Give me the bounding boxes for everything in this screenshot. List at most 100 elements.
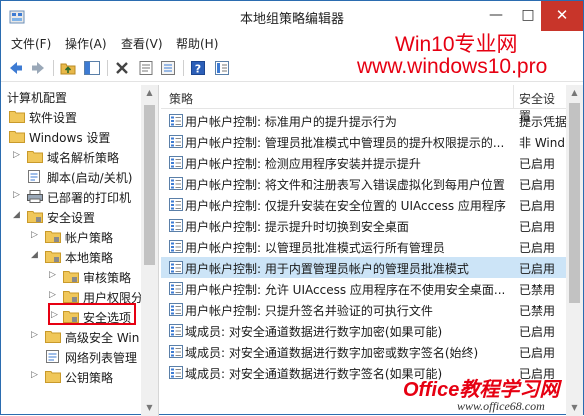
expand-chevron-icon[interactable]: ▷ <box>31 230 41 244</box>
menu-file[interactable]: 文件(F) <box>11 35 51 52</box>
policy-setting-value: 已启用 <box>519 325 556 339</box>
toolbar-separator <box>183 60 184 76</box>
table-row[interactable]: 用户帐户控制: 标准用户的提升提示行为 提示凭据 <box>161 110 568 131</box>
table-row[interactable]: 用户帐户控制: 以管理员批准模式运行所有管理员 已启用 <box>161 236 566 257</box>
policy-setting-icon <box>169 303 183 316</box>
policy-name: 用户帐户控制: 标准用户的提升提示行为 <box>185 115 397 129</box>
table-row[interactable]: 域成员: 对安全通道数据进行数字加密或数字签名(始终) 已启用 <box>161 341 566 362</box>
policy-setting-value: 已启用 <box>519 262 556 276</box>
policy-setting-icon <box>169 240 183 253</box>
tree-item-label: 软件设置 <box>29 111 78 125</box>
forward-arrow-icon[interactable] <box>29 59 47 77</box>
expand-chevron-icon[interactable]: ▷ <box>31 330 41 344</box>
policy-setting-icon <box>169 114 183 127</box>
back-arrow-icon[interactable] <box>7 59 25 77</box>
tree-item-label: 本地策略 <box>65 251 114 265</box>
list-scroll-thumb[interactable] <box>569 103 580 303</box>
logo-text: Office教程学习网 <box>403 379 560 401</box>
policy-setting-value: 已启用 <box>519 157 556 171</box>
help-icon[interactable]: ? <box>189 59 207 77</box>
policy-setting-value: 非 Wind <box>519 136 565 150</box>
folder-icon <box>9 111 25 123</box>
filter-view-icon[interactable] <box>213 59 231 77</box>
table-row[interactable]: 用户帐户控制: 用于内置管理员帐户的管理员批准模式 已启用 <box>161 257 566 278</box>
policy-name: 用户帐户控制: 允许 UIAccess 应用程序在不使用安全桌面... <box>185 283 506 297</box>
menu-view[interactable]: 查看(V) <box>121 35 163 52</box>
folder-icon <box>9 131 25 143</box>
list-scrollbar[interactable]: ▲ ▼ <box>566 85 583 416</box>
app-window: 本地组策略编辑器 — □ ✕ 文件(F) 操作(A) 查看(V) 帮助(H) W… <box>0 0 584 416</box>
policy-setting-value: 已启用 <box>519 241 556 255</box>
table-row[interactable]: 用户帐户控制: 仅提升安装在安全位置的 UIAccess 应用程序 已启用 <box>161 194 566 215</box>
policy-setting-icon <box>169 366 183 379</box>
tree-item-label: 高级安全 Win <box>65 331 140 345</box>
tree-scrollbar[interactable]: ▲ ▼ <box>141 85 158 416</box>
tree-item-label: 帐户策略 <box>65 231 114 245</box>
scroll-down-arrow-icon[interactable]: ▼ <box>141 400 158 416</box>
expand-chevron-icon[interactable]: ▷ <box>49 290 59 304</box>
policy-setting-icon <box>169 261 183 274</box>
scroll-up-arrow-icon[interactable]: ▲ <box>141 85 158 101</box>
logo-url: www.office68.com <box>457 399 545 413</box>
tree-item-label: 域名解析策略 <box>47 151 120 165</box>
expand-chevron-icon[interactable]: ▷ <box>49 270 59 284</box>
collapse-chevron-icon[interactable]: ◢ <box>13 210 23 224</box>
table-row[interactable]: 用户帐户控制: 只提升签名并验证的可执行文件 已禁用 <box>161 299 566 320</box>
policy-name: 用户帐户控制: 仅提升安装在安全位置的 UIAccess 应用程序 <box>185 199 506 213</box>
policy-setting-icon <box>169 156 183 169</box>
maximize-button[interactable]: □ <box>513 1 543 31</box>
up-folder-icon[interactable] <box>59 59 77 77</box>
policy-setting-icon <box>169 198 183 211</box>
policy-name: 用户帐户控制: 将文件和注册表写入错误虚拟化到每用户位置 <box>185 178 505 192</box>
policy-setting-value: 提示凭据 <box>519 115 568 129</box>
column-divider[interactable] <box>513 85 514 109</box>
collapse-chevron-icon[interactable]: ◢ <box>31 250 41 264</box>
table-row[interactable]: 用户帐户控制: 检测应用程序安装并提示提升 已启用 <box>161 152 566 173</box>
policy-setting-value: 已启用 <box>519 178 556 192</box>
policy-name: 域成员: 对安全通道数据进行数字加密或数字签名(始终) <box>185 346 479 360</box>
close-button[interactable]: ✕ <box>541 1 583 31</box>
security-folder-icon <box>27 211 43 223</box>
toolbar: ? <box>1 54 583 82</box>
policy-setting-value: 已启用 <box>519 346 556 360</box>
policy-name: 用户帐户控制: 用于内置管理员帐户的管理员批准模式 <box>185 262 469 276</box>
policy-setting-icon <box>169 345 183 358</box>
policy-setting-value: 已启用 <box>519 220 556 234</box>
show-hide-tree-icon[interactable] <box>83 59 101 77</box>
tree-scroll-thumb[interactable] <box>144 105 155 265</box>
column-header-policy[interactable]: 策略 <box>169 90 193 107</box>
policy-setting-icon <box>169 135 183 148</box>
table-row[interactable]: 用户帐户控制: 提示提升时切换到安全桌面 已启用 <box>161 215 566 236</box>
table-row[interactable]: 用户帐户控制: 将文件和注册表写入错误虚拟化到每用户位置 已启用 <box>161 173 566 194</box>
delete-icon[interactable] <box>113 59 131 77</box>
table-row[interactable]: 用户帐户控制: 允许 UIAccess 应用程序在不使用安全桌面... 已禁用 <box>161 278 566 299</box>
security-folder-icon <box>63 271 79 283</box>
tree-item-label: 网络列表管理 <box>65 351 138 365</box>
expand-chevron-icon[interactable]: ▷ <box>13 150 23 164</box>
site-logo: Office教程学习网 www.office68.com <box>403 373 583 415</box>
policy-setting-value: 已禁用 <box>519 304 556 318</box>
table-row[interactable]: 域成员: 对安全通道数据进行数字加密(如果可能) 已启用 <box>161 320 566 341</box>
expand-chevron-icon[interactable]: ▷ <box>31 370 41 384</box>
policy-setting-icon <box>169 282 183 295</box>
table-row[interactable]: 用户帐户控制: 管理员批准模式中管理员的提升权限提示的... 非 Wind <box>161 131 566 152</box>
tree-item-label: 公钥策略 <box>65 371 114 385</box>
policy-setting-icon <box>169 219 183 232</box>
minimize-button[interactable]: — <box>481 1 511 31</box>
menu-action[interactable]: 操作(A) <box>65 35 107 52</box>
policy-name: 域成员: 对安全通道数据进行数字加密(如果可能) <box>185 325 443 339</box>
expand-chevron-icon[interactable]: ▷ <box>13 190 23 204</box>
policy-setting-icon <box>169 324 183 337</box>
svg-text:?: ? <box>195 63 201 76</box>
policy-name: 用户帐户控制: 检测应用程序安装并提示提升 <box>185 157 421 171</box>
scroll-up-arrow-icon[interactable]: ▲ <box>566 85 583 101</box>
properties-icon[interactable] <box>137 59 155 77</box>
toolbar-separator <box>107 60 108 76</box>
policy-name: 用户帐户控制: 只提升签名并验证的可执行文件 <box>185 304 433 318</box>
security-folder-icon <box>63 291 79 303</box>
script-icon <box>28 170 40 183</box>
export-list-icon[interactable] <box>159 59 177 77</box>
policy-list: 策略 安全设置 用户帐户控制: 标准用户的提升提示行为 提示凭据 用户帐户控制: 管… <box>161 85 583 416</box>
tree-item-label: 脚本(启动/关机) <box>47 171 133 185</box>
menu-help[interactable]: 帮助(H) <box>176 35 218 52</box>
